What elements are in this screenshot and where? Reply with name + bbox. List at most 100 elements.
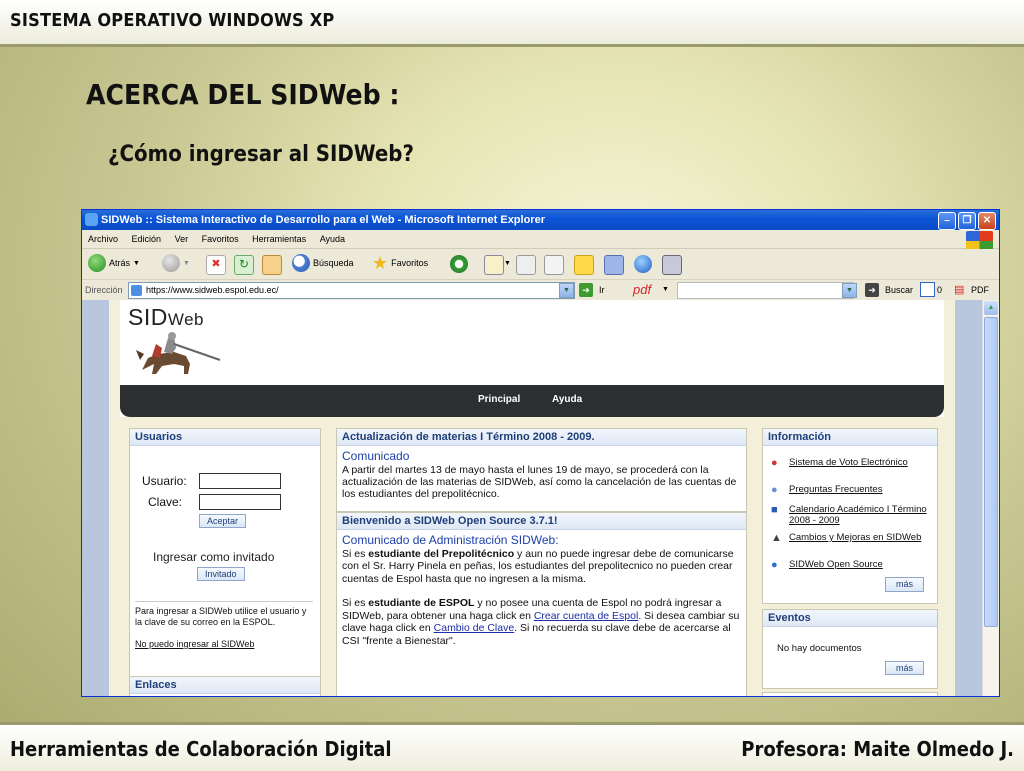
address-bar: Dirección https://www.sidweb.espol.edu.e…: [82, 280, 999, 301]
window-title-bar[interactable]: SIDWeb :: Sistema Interactivo de Desarro…: [82, 210, 999, 230]
home-icon[interactable]: [262, 255, 282, 275]
media-icon[interactable]: [634, 255, 652, 273]
address-dropdown-icon[interactable]: ▼: [559, 283, 574, 298]
nav-ayuda[interactable]: Ayuda: [552, 394, 582, 405]
eventos-panel: Eventos No hay documentos más: [762, 609, 938, 689]
refresh-icon[interactable]: ↻: [234, 255, 254, 275]
menu-edicion[interactable]: Edición: [126, 230, 167, 244]
address-input[interactable]: https://www.sidweb.espol.edu.ec/: [128, 282, 575, 299]
mail-icon[interactable]: [484, 255, 504, 275]
info-link-calendario[interactable]: Calendario Académico I Término 2008 - 20…: [789, 504, 929, 526]
go-button[interactable]: Ir: [599, 285, 605, 295]
back-button[interactable]: Atrás ▼: [88, 254, 140, 272]
slide-subtitle: ¿Cómo ingresar al SIDWeb?: [108, 142, 414, 167]
admin-heading: Comunicado de Administración SIDWeb:: [342, 533, 559, 547]
sidweb-page: SIDWeb Principal Ayuda Usuarios Usuario:…: [109, 300, 955, 696]
address-url: https://www.sidweb.espol.edu.ec/: [146, 285, 279, 295]
info-more-button[interactable]: más: [885, 577, 925, 592]
close-button[interactable]: ✕: [978, 212, 996, 230]
scroll-thumb[interactable]: [984, 317, 998, 627]
footer-course: Herramientas de Colaboración Digital: [10, 737, 392, 761]
info-link-faq[interactable]: Preguntas Frecuentes: [789, 484, 929, 495]
prepolitecnico-paragraph: Si es estudiante del Prepolitécnico y au…: [342, 547, 734, 585]
search-icon: [292, 254, 310, 272]
informacion-title: Información: [763, 429, 937, 446]
enlaces-panel: Enlaces: [129, 676, 321, 696]
research-icon[interactable]: [662, 255, 682, 275]
go-arrow-icon[interactable]: ➜: [579, 283, 593, 297]
sidweb-logo: SIDWeb: [128, 304, 204, 330]
folder-icon[interactable]: [574, 255, 594, 275]
comunicado-text: A partir del martes 13 de mayo hasta el …: [342, 464, 737, 500]
comunicado-heading: Comunicado: [342, 449, 410, 463]
menu-herramientas[interactable]: Herramientas: [246, 230, 311, 244]
standard-toolbar: Atrás ▼ ▼ ✖ ↻ Búsqueda ★ Favoritos ▼: [82, 249, 999, 280]
eventos-text: No hay documentos: [777, 643, 862, 654]
chevron-down-icon[interactable]: ▼: [662, 286, 669, 293]
scroll-up-icon[interactable]: ▲: [984, 301, 998, 315]
window-count: 0: [937, 285, 943, 295]
informacion-panel: Información ● Sistema de Voto Electrónic…: [762, 428, 938, 604]
messenger-icon[interactable]: [604, 255, 624, 275]
user-label: Usuario:: [142, 474, 187, 488]
knight-logo-icon: [136, 332, 221, 374]
divider: [135, 601, 313, 602]
chevron-down-icon[interactable]: ▼: [133, 260, 140, 267]
extra-panel: [762, 692, 938, 696]
bienvenido-panel: Bienvenido a SIDWeb Open Source 3.7.1! C…: [336, 512, 747, 696]
page-icon: [131, 285, 142, 296]
accept-button[interactable]: Aceptar: [199, 514, 247, 528]
page-viewport: SIDWeb Principal Ayuda Usuarios Usuario:…: [82, 300, 982, 696]
slide-top-title: SISTEMA OPERATIVO WINDOWS XP: [10, 10, 335, 31]
footer-teacher: Profesora: Maite Olmedo J.: [741, 737, 1014, 761]
info-link-voto[interactable]: Sistema de Voto Electrónico: [789, 457, 929, 468]
cant-login-link[interactable]: No puedo ingresar al SIDWeb: [135, 639, 254, 649]
change-password-link[interactable]: Cambio de Clave: [434, 622, 515, 634]
create-account-link[interactable]: Crear cuenta de Espol: [534, 610, 638, 622]
user-input[interactable]: [199, 473, 281, 489]
slide-footer-bar: Herramientas de Colaboración Digital Pro…: [0, 722, 1024, 771]
info-link-opensource[interactable]: SIDWeb Open Source: [789, 559, 929, 570]
menu-bar: Archivo Edición Ver Favoritos Herramient…: [82, 230, 999, 251]
menu-favoritos[interactable]: Favoritos: [196, 230, 244, 244]
bienvenido-title: Bienvenido a SIDWeb Open Source 3.7.1!: [337, 513, 746, 530]
actualizacion-title: Actualización de materias I Término 2008…: [337, 429, 746, 446]
menu-ayuda[interactable]: Ayuda: [314, 230, 350, 244]
slide-header-bar: SISTEMA OPERATIVO WINDOWS XP: [0, 0, 1024, 47]
forward-button[interactable]: ▼: [162, 254, 190, 272]
chevron-down-icon[interactable]: ▼: [504, 260, 511, 267]
password-input[interactable]: [199, 494, 281, 510]
ie-window: SIDWeb :: Sistema Interactivo de Desarro…: [81, 209, 1000, 697]
pdf-button[interactable]: PDF: [971, 285, 989, 295]
pdf-dropdown-icon[interactable]: ▼: [842, 283, 857, 298]
opensource-icon: ●: [771, 559, 778, 571]
maximize-button[interactable]: ❐: [958, 212, 976, 230]
guest-button[interactable]: Invitado: [197, 567, 245, 581]
vertical-scrollbar[interactable]: ▲: [982, 300, 999, 696]
history-icon[interactable]: [450, 255, 468, 273]
menu-archivo[interactable]: Archivo: [82, 230, 123, 244]
menu-ver[interactable]: Ver: [169, 230, 194, 244]
edit-icon[interactable]: [544, 255, 564, 275]
award-icon: ●: [771, 457, 778, 469]
info-link-cambios[interactable]: Cambios y Mejoras en SIDWeb: [789, 532, 929, 543]
chevron-down-icon[interactable]: ▼: [183, 260, 190, 267]
print-icon[interactable]: [516, 255, 536, 275]
login-help-text: Para ingresar a SIDWeb utilice el usuari…: [135, 606, 307, 627]
pdf-search-input[interactable]: [677, 282, 854, 299]
minimize-button[interactable]: –: [938, 212, 956, 230]
nav-principal[interactable]: Principal: [478, 394, 520, 405]
forward-arrow-icon: [162, 254, 180, 272]
buscar-button[interactable]: Buscar: [885, 285, 913, 295]
buscar-arrow-icon[interactable]: ➜: [865, 283, 879, 297]
search-button[interactable]: Búsqueda: [292, 254, 354, 272]
guest-text: Ingresar como invitado: [153, 550, 275, 564]
usuarios-title: Usuarios: [130, 429, 320, 446]
favorites-button[interactable]: ★ Favoritos: [372, 254, 428, 272]
faq-icon: ●: [771, 484, 778, 496]
ie-logo-icon: [85, 213, 98, 226]
eventos-more-button[interactable]: más: [885, 661, 925, 675]
window-count-icon: [920, 282, 935, 297]
slide-title: ACERCA DEL SIDWeb :: [86, 78, 400, 111]
stop-icon[interactable]: ✖: [206, 255, 226, 275]
